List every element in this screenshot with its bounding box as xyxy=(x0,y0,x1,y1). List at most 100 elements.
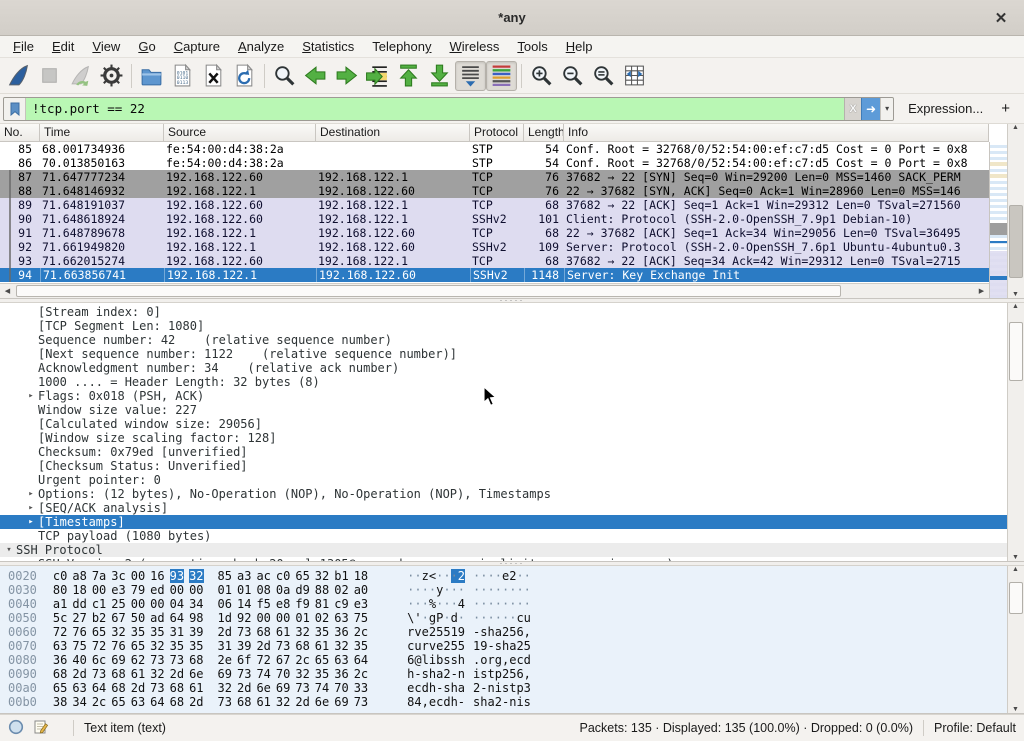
column-header-source[interactable]: Source xyxy=(164,124,316,141)
packet-row[interactable]: 8871.648146932192.168.122.1192.168.122.6… xyxy=(0,184,989,198)
column-header-destination[interactable]: Destination xyxy=(316,124,470,141)
vscroll-thumb[interactable] xyxy=(1009,322,1023,381)
detail-row[interactable]: [Next sequence number: 1122 (relative se… xyxy=(0,347,1007,361)
hex-row[interactable]: 008036406c69627373682e6f72672c6563646@li… xyxy=(0,653,1007,667)
scroll-right-icon[interactable]: ▶ xyxy=(974,284,989,298)
hex-row[interactable]: 0070637572766532353531392d7368613235curv… xyxy=(0,639,1007,653)
menu-telephony[interactable]: Telephony xyxy=(363,37,440,56)
hscroll-thumb[interactable] xyxy=(16,285,841,297)
details-vscrollbar[interactable]: ▲ ▼ xyxy=(1007,303,1024,561)
hex-row[interactable]: 00b038342c656364682d736861322d6e697384,e… xyxy=(0,695,1007,709)
detail-row[interactable]: 1000 .... = Header Length: 32 bytes (8) xyxy=(0,375,1007,389)
expander-icon[interactable]: ▸ xyxy=(24,389,38,403)
menu-statistics[interactable]: Statistics xyxy=(293,37,363,56)
scroll-down-icon[interactable]: ▼ xyxy=(1008,706,1023,713)
scroll-up-icon[interactable]: ▲ xyxy=(1008,303,1023,310)
packet-row[interactable]: 9371.662015274192.168.122.60192.168.122.… xyxy=(0,254,989,268)
hex-row[interactable]: 006072766532353531392d7368613235362crve2… xyxy=(0,625,1007,639)
packet-list-minimap[interactable] xyxy=(989,142,1007,298)
detail-row[interactable]: Sequence number: 42 (relative sequence n… xyxy=(0,333,1007,347)
menu-analyze[interactable]: Analyze xyxy=(229,37,293,56)
hex-row[interactable]: 0040a1ddc125000004340614f5e8f981c9e3···%… xyxy=(0,597,1007,611)
packet-list-vscrollbar[interactable]: ▲ ▼ xyxy=(1007,124,1024,298)
capture-comment-icon[interactable] xyxy=(33,719,49,738)
go-first-icon[interactable] xyxy=(393,61,424,91)
detail-row[interactable]: [Window size scaling factor: 128] xyxy=(0,431,1007,445)
detail-row[interactable]: ▸Flags: 0x018 (PSH, ACK) xyxy=(0,389,1007,403)
detail-row[interactable]: [TCP Segment Len: 1080] xyxy=(0,319,1007,333)
menu-tools[interactable]: Tools xyxy=(508,37,556,56)
packet-row[interactable]: 8568.001734936fe:54:00:d4:38:2aSTP54Conf… xyxy=(0,142,989,156)
reload-file-icon[interactable] xyxy=(229,61,260,91)
vscroll-thumb[interactable] xyxy=(1009,205,1023,279)
expander-icon[interactable]: ▸ xyxy=(24,515,38,529)
capture-options-icon[interactable] xyxy=(96,61,127,91)
hex-row[interactable]: 0090682d736861322d6e697374703235362ch-sh… xyxy=(0,667,1007,681)
find-packet-icon[interactable] xyxy=(269,61,300,91)
expander-icon[interactable]: ▸ xyxy=(24,487,38,501)
scroll-up-icon[interactable]: ▲ xyxy=(1008,124,1023,131)
column-header-info[interactable]: Info xyxy=(564,124,989,141)
status-profile[interactable]: Profile: Default xyxy=(934,721,1016,735)
packet-row[interactable]: 9471.663856741192.168.122.1192.168.122.6… xyxy=(0,268,989,282)
menu-view[interactable]: View xyxy=(83,37,129,56)
filter-clear-icon[interactable]: X xyxy=(844,98,861,120)
packet-row[interactable]: 9171.648789678192.168.122.1192.168.122.6… xyxy=(0,226,989,240)
detail-row[interactable]: Acknowledgment number: 34 (relative ack … xyxy=(0,361,1007,375)
menu-help[interactable]: Help xyxy=(557,37,602,56)
menu-file[interactable]: File xyxy=(4,37,43,56)
column-header-protocol[interactable]: Protocol xyxy=(470,124,524,141)
packet-list-hscrollbar[interactable]: ◀ ▶ xyxy=(0,283,989,298)
open-file-icon[interactable] xyxy=(136,61,167,91)
column-header-time[interactable]: Time xyxy=(40,124,164,141)
detail-row[interactable]: TCP payload (1080 bytes) xyxy=(0,529,1007,543)
display-filter-input[interactable] xyxy=(26,98,844,120)
zoom-out-icon[interactable] xyxy=(557,61,588,91)
column-header-no[interactable]: No. xyxy=(0,124,40,141)
expander-icon[interactable]: ▸ xyxy=(24,501,38,515)
packet-row[interactable]: 9071.648618924192.168.122.60192.168.122.… xyxy=(0,212,989,226)
save-file-icon[interactable]: 010101100113 xyxy=(167,61,198,91)
add-filter-button[interactable]: + xyxy=(997,100,1018,117)
menu-capture[interactable]: Capture xyxy=(165,37,229,56)
filter-bookmark-icon[interactable] xyxy=(4,98,26,120)
expander-icon[interactable]: ▾ xyxy=(2,543,16,557)
menu-edit[interactable]: Edit xyxy=(43,37,83,56)
detail-row[interactable]: Checksum: 0x79ed [unverified] xyxy=(0,445,1007,459)
detail-row[interactable]: Window size value: 227 xyxy=(0,403,1007,417)
close-file-icon[interactable] xyxy=(198,61,229,91)
hex-row[interactable]: 00505c27b26750ad64981d92000001026375\'·g… xyxy=(0,611,1007,625)
hex-row[interactable]: 0020c0a87a3c0016933285a3acc06532b118··z<… xyxy=(0,569,1007,583)
zoom-100-icon[interactable] xyxy=(588,61,619,91)
auto-scroll-icon[interactable] xyxy=(455,61,486,91)
go-forward-icon[interactable] xyxy=(331,61,362,91)
zoom-in-icon[interactable] xyxy=(526,61,557,91)
detail-row[interactable]: Urgent pointer: 0 xyxy=(0,473,1007,487)
filter-apply-icon[interactable]: ➜ xyxy=(861,98,880,120)
scroll-up-icon[interactable]: ▲ xyxy=(1008,566,1023,573)
start-capture-icon[interactable] xyxy=(3,61,34,91)
expert-info-icon[interactable] xyxy=(8,719,24,738)
scroll-down-icon[interactable]: ▼ xyxy=(1008,554,1023,561)
close-window-icon[interactable]: ✕ xyxy=(988,0,1014,36)
bytes-vscrollbar[interactable]: ▲ ▼ xyxy=(1007,566,1024,713)
menu-wireless[interactable]: Wireless xyxy=(441,37,509,56)
column-header-length[interactable]: Length xyxy=(524,124,564,141)
detail-row[interactable]: [Checksum Status: Unverified] xyxy=(0,459,1007,473)
scroll-left-icon[interactable]: ◀ xyxy=(0,284,15,298)
packet-row[interactable]: 8670.013850163fe:54:00:d4:38:2aSTP54Conf… xyxy=(0,156,989,170)
detail-row[interactable]: [Calculated window size: 29056] xyxy=(0,417,1007,431)
scroll-down-icon[interactable]: ▼ xyxy=(1008,291,1023,298)
menu-go[interactable]: Go xyxy=(129,37,164,56)
go-back-icon[interactable] xyxy=(300,61,331,91)
filter-history-caret-icon[interactable]: ▾ xyxy=(880,98,893,120)
detail-row[interactable]: ▸[SEQ/ACK analysis] xyxy=(0,501,1007,515)
go-last-icon[interactable] xyxy=(424,61,455,91)
vscroll-thumb[interactable] xyxy=(1009,582,1023,614)
detail-row[interactable]: ▾SSH Protocol xyxy=(0,543,1007,557)
hex-row[interactable]: 00a0656364682d736861322d6e6973747033ecdh… xyxy=(0,681,1007,695)
detail-row[interactable]: ▸[Timestamps] xyxy=(0,515,1007,529)
detail-row[interactable]: [Stream index: 0] xyxy=(0,305,1007,319)
expander-icon[interactable]: ▸ xyxy=(24,557,38,561)
colorize-icon[interactable] xyxy=(486,61,517,91)
